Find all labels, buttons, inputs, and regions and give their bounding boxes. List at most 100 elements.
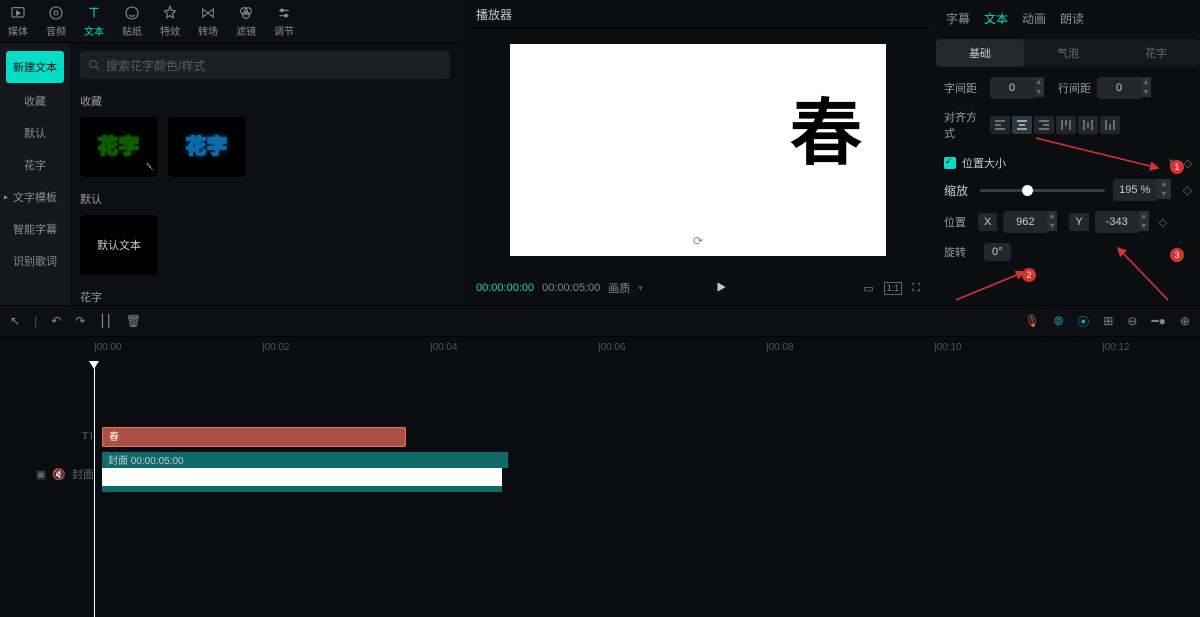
player-canvas[interactable]: 春 ⟳ bbox=[510, 44, 886, 256]
label-char-spacing: 字间距 bbox=[944, 80, 984, 96]
split-icon[interactable]: ⎮⎮ bbox=[99, 314, 112, 328]
pointer-icon[interactable]: ↖ bbox=[10, 314, 20, 328]
lib-tab-default[interactable]: 默认 bbox=[0, 117, 70, 149]
timecode-current: 00:00:00:00 bbox=[476, 282, 534, 294]
timeline-toolbar: ↖ | ↶ ↷ ⎮⎮ 🗑 🎙 ⦾ ⦿ ⊞ ⊖ ━● ⊕ bbox=[0, 305, 1200, 337]
panel-tab-0[interactable]: 字幕 bbox=[946, 10, 970, 27]
panel-tab-2[interactable]: 动画 bbox=[1022, 10, 1046, 27]
rotation-value[interactable]: 0° bbox=[984, 243, 1011, 261]
align-v-mid[interactable] bbox=[1078, 116, 1098, 134]
pos-x-input[interactable]: ▲▼ bbox=[1003, 211, 1057, 233]
tool-media[interactable]: 媒体 bbox=[8, 5, 28, 38]
align-right[interactable] bbox=[1034, 116, 1054, 134]
keyframe-icon[interactable]: ◇ bbox=[1159, 216, 1167, 229]
label-line-spacing: 行间距 bbox=[1058, 80, 1091, 96]
tool-effect[interactable]: 特效 bbox=[160, 5, 180, 38]
keyframe-icon[interactable]: ◇ bbox=[1184, 157, 1192, 170]
main-toolbar: 媒体音频文本贴纸特效转场滤镜调节 bbox=[0, 0, 460, 43]
step-down-icon[interactable]: ▼ bbox=[1034, 87, 1044, 97]
section-fav: 收藏 bbox=[80, 93, 450, 109]
lock-icon[interactable]: ▣ bbox=[36, 468, 46, 481]
loading-icon: ⟳ bbox=[693, 234, 703, 248]
lib-sidebar: 新建文本收藏默认花字▸文字模板智能字幕识别歌词 bbox=[0, 43, 70, 305]
asset-fancy-1[interactable]: 花字␡ bbox=[80, 117, 158, 177]
text-layer[interactable]: 春 bbox=[790, 98, 862, 170]
lib-tab-new-text[interactable]: 新建文本 bbox=[6, 51, 64, 83]
panel-sub-0[interactable]: 基础 bbox=[936, 39, 1024, 67]
scale-slider[interactable] bbox=[980, 189, 1105, 192]
download-icon: ␡ bbox=[146, 162, 154, 173]
cover-label[interactable]: 封面 bbox=[72, 466, 94, 482]
label-rotation: 旋转 bbox=[944, 244, 972, 260]
preview-icon[interactable]: ⊞ bbox=[1103, 314, 1113, 328]
label-scale: 缩放 bbox=[944, 182, 972, 199]
quality-menu[interactable]: 画质 bbox=[608, 280, 630, 296]
panel-sub-2[interactable]: 花字 bbox=[1112, 39, 1200, 67]
tool-audio[interactable]: 音频 bbox=[46, 5, 66, 38]
tool-filter[interactable]: 滤镜 bbox=[236, 5, 256, 38]
play-button[interactable] bbox=[714, 280, 728, 297]
align-v-top[interactable] bbox=[1056, 116, 1076, 134]
zoom-in-icon[interactable]: ⊕ bbox=[1180, 314, 1190, 328]
tool-text[interactable]: 文本 bbox=[84, 5, 104, 38]
section-default: 默认 bbox=[80, 191, 450, 207]
label-position: 位置 bbox=[944, 214, 972, 230]
panel-tab-1[interactable]: 文本 bbox=[984, 10, 1008, 27]
playhead[interactable] bbox=[94, 361, 95, 617]
search-input[interactable]: 搜索花字颜色/样式 bbox=[80, 51, 450, 79]
delete-icon[interactable]: 🗑 bbox=[126, 314, 141, 328]
align-left[interactable] bbox=[990, 116, 1010, 134]
search-icon bbox=[88, 59, 100, 71]
video-clip-footer bbox=[102, 486, 502, 492]
tool-transition[interactable]: 转场 bbox=[198, 5, 218, 38]
lib-tab-tmpl[interactable]: ▸文字模板 bbox=[0, 181, 70, 213]
x-label: X bbox=[978, 213, 997, 231]
label-align: 对齐方式 bbox=[944, 109, 984, 141]
video-clip[interactable] bbox=[102, 468, 502, 486]
video-track: ▣ 🔇 封面 封面 00:00:05:00 bbox=[0, 452, 1200, 496]
lib-tab-smart[interactable]: 智能字幕 bbox=[0, 213, 70, 245]
chevron-down-icon: ▾ bbox=[638, 283, 643, 294]
pos-size-checkbox[interactable] bbox=[944, 157, 956, 169]
align-v-bot[interactable] bbox=[1100, 116, 1120, 134]
redo-icon[interactable]: ↷ bbox=[75, 314, 85, 328]
timecode-total: 00:00:05:00 bbox=[542, 282, 600, 294]
mic-icon[interactable]: 🎙 bbox=[1024, 314, 1039, 328]
zoom-slider[interactable]: ━● bbox=[1151, 314, 1165, 328]
time-ruler[interactable]: |00:00|00:02|00:04|00:06|00:08|00:10|00:… bbox=[94, 337, 1200, 361]
link-icon[interactable]: ⦿ bbox=[1077, 313, 1089, 330]
keyframe-icon[interactable]: ◇ bbox=[1183, 183, 1192, 197]
tool-adjust[interactable]: 调节 bbox=[274, 5, 294, 38]
panel-sub-1[interactable]: 气泡 bbox=[1024, 39, 1112, 67]
asset-fancy-2[interactable]: 花字 bbox=[168, 117, 246, 177]
section-fancy: 花字 bbox=[80, 289, 450, 305]
line-spacing-input[interactable]: ▲▼ bbox=[1097, 77, 1151, 99]
ratio-icon[interactable]: ▭ bbox=[863, 282, 873, 295]
asset-default-text[interactable]: 默认文本 bbox=[80, 215, 158, 275]
lib-tab-lyric[interactable]: 识别歌词 bbox=[0, 245, 70, 277]
properties-panel: 字幕文本动画朗读 基础气泡花字 字间距 ▲▼ 行间距 ▲▼ 对齐方式 位置大小 … bbox=[936, 0, 1200, 305]
annotation-2: 2 bbox=[1022, 268, 1036, 282]
mute-icon[interactable]: 🔇 bbox=[52, 468, 66, 481]
align-center[interactable] bbox=[1012, 116, 1032, 134]
char-spacing-input[interactable]: ▲▼ bbox=[990, 77, 1044, 99]
search-placeholder: 搜索花字颜色/样式 bbox=[106, 57, 205, 74]
annotation-3: 3 bbox=[1170, 248, 1184, 262]
video-clip-header: 封面 00:00:05:00 bbox=[102, 452, 508, 468]
zoom-out-icon[interactable]: ⊖ bbox=[1127, 314, 1137, 328]
lib-tab-fav[interactable]: 收藏 bbox=[0, 85, 70, 117]
text-track: T1 春 bbox=[0, 423, 1200, 449]
step-up-icon[interactable]: ▲ bbox=[1034, 77, 1044, 87]
lib-tab-fancy[interactable]: 花字 bbox=[0, 149, 70, 181]
undo-icon[interactable]: ↶ bbox=[51, 314, 61, 328]
tool-sticker[interactable]: 贴纸 bbox=[122, 5, 142, 38]
scale-input[interactable]: ▲▼ bbox=[1113, 179, 1175, 201]
text-clip[interactable]: 春 bbox=[102, 427, 406, 447]
player-title: 播放器 bbox=[466, 0, 930, 29]
fullscreen-icon[interactable]: ⛶ bbox=[912, 282, 920, 295]
original-icon[interactable]: 1:1 bbox=[884, 282, 903, 295]
magnet-icon[interactable]: ⦾ bbox=[1054, 314, 1064, 329]
panel-tab-3[interactable]: 朗读 bbox=[1060, 10, 1084, 27]
annotation-1: 1 bbox=[1170, 160, 1184, 174]
pos-y-input[interactable]: ▲▼ bbox=[1095, 211, 1149, 233]
